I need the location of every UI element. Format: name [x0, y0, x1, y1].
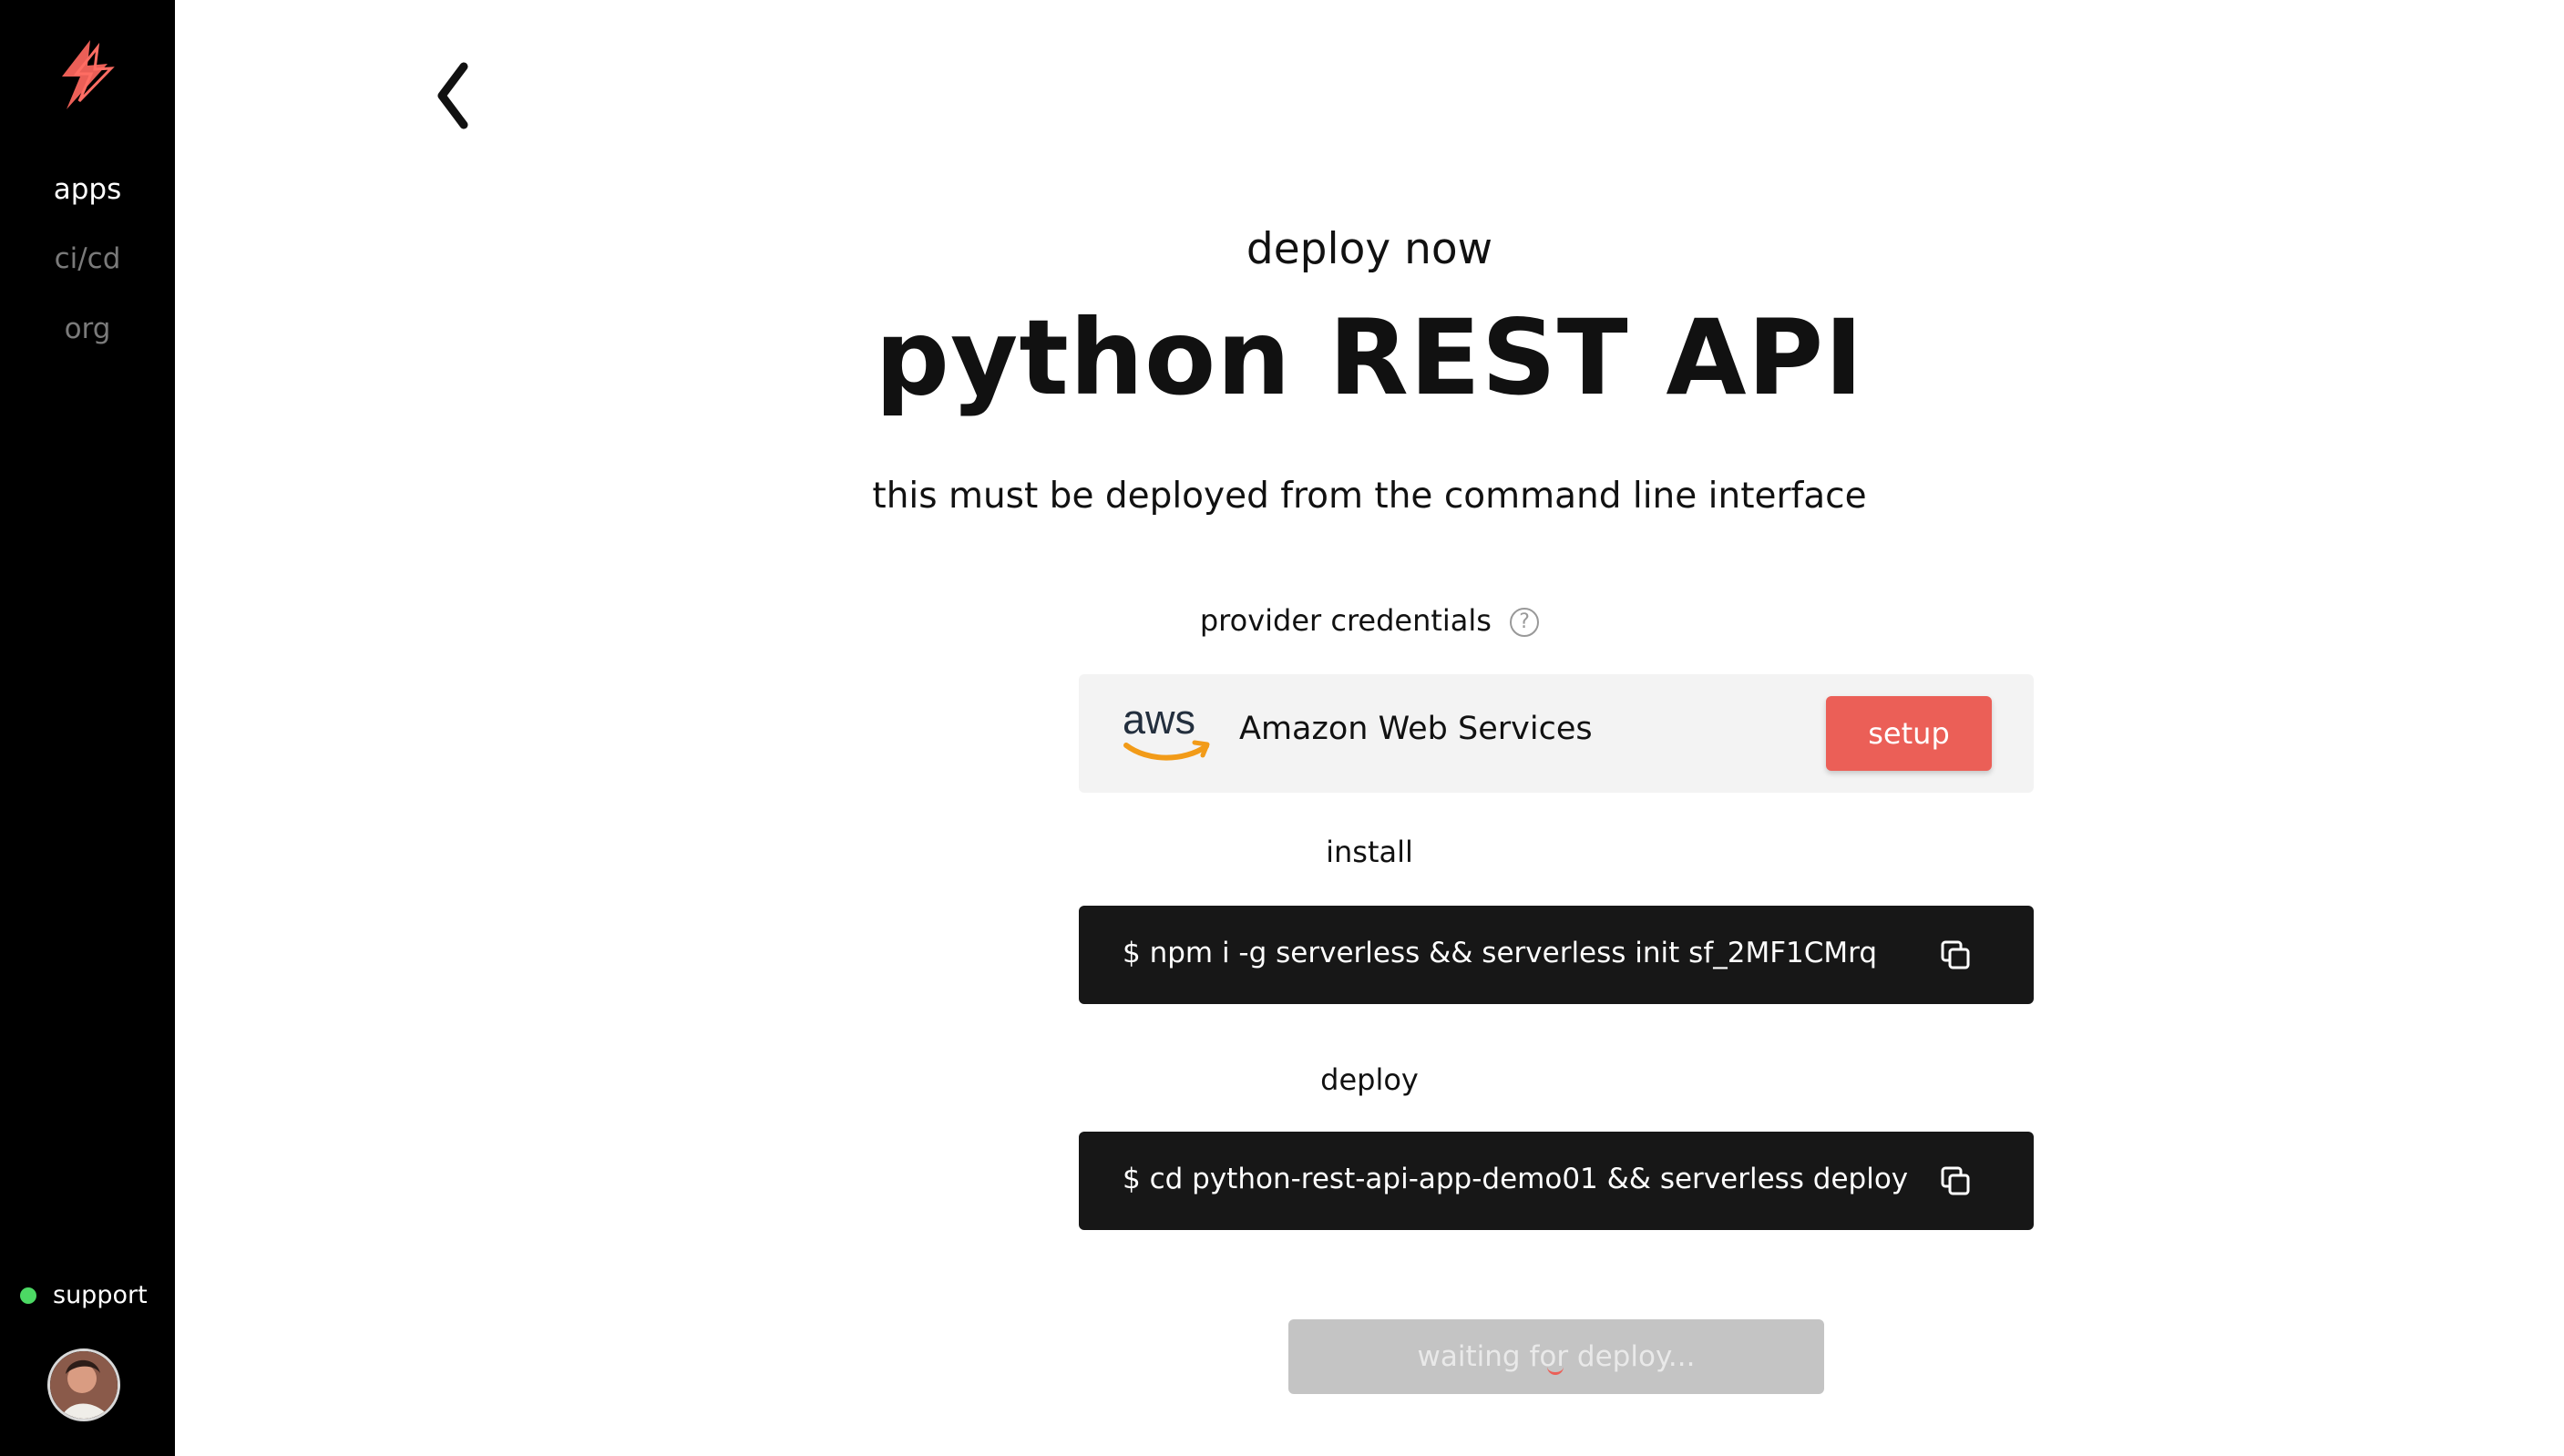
deploy-command-box: $ cd python-rest-api-app-demo01 && serve… — [1079, 1132, 2034, 1230]
support-link[interactable]: support — [20, 1281, 148, 1309]
serverless-logo-icon[interactable] — [51, 38, 117, 120]
loading-indicator-icon — [1547, 1367, 1564, 1375]
sidebar: apps ci/cd org support — [0, 0, 175, 1456]
avatar-image — [50, 1351, 118, 1419]
aws-provider-card: aws Amazon Web Services setup — [1079, 674, 2034, 793]
sidebar-item-ci-cd[interactable]: ci/cd — [0, 242, 175, 275]
copy-icon[interactable] — [1939, 1164, 1972, 1197]
setup-button[interactable]: setup — [1826, 696, 1992, 771]
deploy-instruction-text: this must be deployed from the command l… — [872, 476, 1867, 517]
status-dot-icon — [20, 1287, 36, 1304]
sidebar-item-org[interactable]: org — [0, 313, 175, 345]
provider-credentials-heading: provider credentials ? — [175, 603, 2564, 638]
back-chevron-icon[interactable] — [432, 62, 472, 129]
question-circle-icon[interactable]: ? — [1510, 608, 1540, 637]
avatar[interactable] — [47, 1348, 120, 1421]
provider-credentials-label: provider credentials — [1199, 603, 1492, 638]
support-label: support — [53, 1281, 148, 1309]
deploy-command-text[interactable]: $ cd python-rest-api-app-demo01 && serve… — [1123, 1163, 1908, 1195]
deploy-heading: deploy — [1320, 1062, 1419, 1097]
provider-name: Amazon Web Services — [1239, 711, 1593, 747]
install-command-text[interactable]: $ npm i -g serverless && serverless init… — [1123, 937, 1877, 969]
install-heading: install — [1326, 835, 1413, 869]
main-content: deploy now python REST API this must be … — [175, 0, 2564, 1456]
page-title: python REST API — [875, 297, 1864, 418]
aws-logo-icon: aws — [1123, 702, 1210, 761]
copy-icon[interactable] — [1939, 938, 1972, 971]
sidebar-item-apps[interactable]: apps — [0, 173, 175, 206]
svg-text:aws: aws — [1123, 702, 1195, 743]
waiting-for-deploy-button: waiting for deploy... — [1288, 1319, 1824, 1394]
install-command-box: $ npm i -g serverless && serverless init… — [1079, 906, 2034, 1004]
deploy-now-label: deploy now — [1246, 224, 1493, 274]
